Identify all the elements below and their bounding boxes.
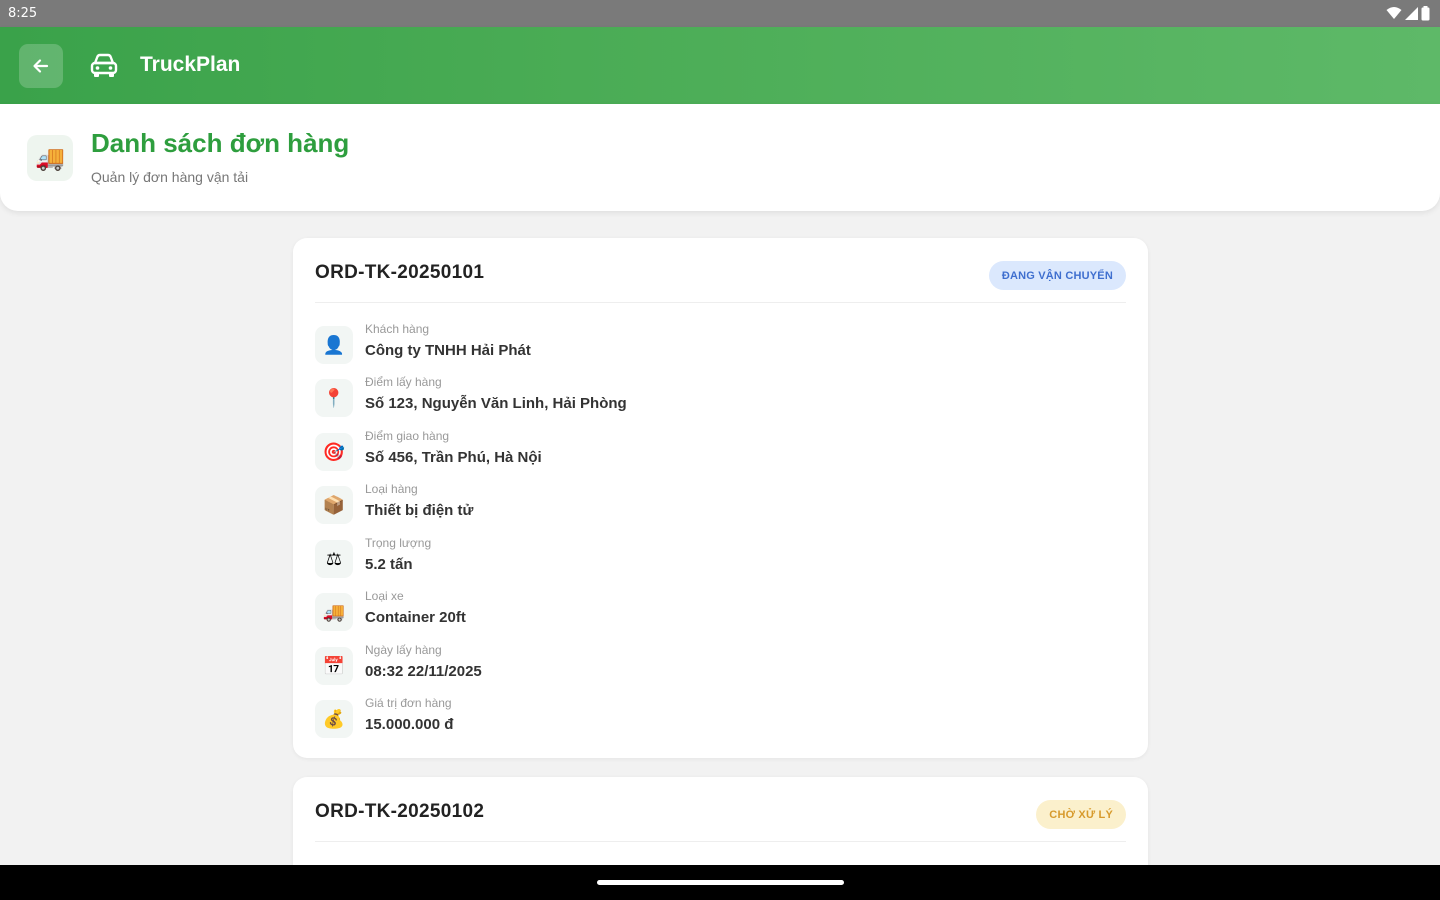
detail-value: Số 123, Nguyễn Văn Linh, Hải Phòng (365, 395, 627, 412)
vehicle-type-row: 🚚 Loại xe Container 20ft (315, 589, 1095, 635)
package-icon: 📦 (315, 486, 353, 524)
app-title: TruckPlan (140, 53, 241, 76)
detail-value: Số 456, Trần Phú, Hà Nội (365, 449, 542, 466)
page-subtitle: Quản lý đơn hàng vận tải (91, 169, 249, 185)
status-icons (1386, 5, 1430, 21)
status-bar: 8:25 (0, 0, 1440, 27)
scale-icon: ⚖ (315, 540, 353, 578)
detail-label: Giá trị đơn hàng (365, 696, 452, 710)
detail-value: Công ty TNHH Hải Phát (365, 342, 531, 359)
divider (315, 841, 1126, 842)
delivery-row: 🎯 Điểm giao hàng Số 456, Trần Phú, Hà Nộ… (315, 429, 1095, 475)
wifi-icon (1386, 7, 1402, 19)
user-icon: 👤 (315, 326, 353, 364)
battery-icon (1421, 5, 1430, 20)
cargo-type-row: 📦 Loại hàng Thiết bị điện tử (315, 482, 1095, 528)
pin-icon: 📍 (315, 379, 353, 417)
divider (315, 302, 1126, 303)
detail-value: 08:32 22/11/2025 (365, 663, 482, 680)
detail-value: 15.000.000 đ (365, 716, 454, 733)
detail-label: Loại hàng (365, 482, 418, 496)
pickup-row: 📍 Điểm lấy hàng Số 123, Nguyễn Văn Linh,… (315, 375, 1095, 421)
weight-row: ⚖ Trọng lượng 5.2 tấn (315, 536, 1095, 582)
page-header: 🚚 Danh sách đơn hàng Quản lý đơn hàng vậ… (0, 104, 1440, 211)
status-time: 8:25 (8, 6, 38, 21)
page-title: Danh sách đơn hàng (91, 128, 350, 158)
status-badge: CHỜ XỬ LÝ (1036, 800, 1126, 829)
detail-label: Loại xe (365, 589, 404, 603)
detail-label: Ngày lấy hàng (365, 643, 442, 657)
order-card[interactable]: ORD-TK-20250101 ĐANG VẬN CHUYỂN 👤 Khách … (293, 238, 1148, 758)
order-id: ORD-TK-20250101 (315, 262, 485, 283)
detail-label: Trọng lượng (365, 536, 432, 550)
home-indicator[interactable] (597, 880, 844, 885)
order-value-row: 💰 Giá trị đơn hàng 15.000.000 đ (315, 696, 1095, 742)
calendar-icon: 📅 (315, 647, 353, 685)
detail-value: Thiết bị điện tử (365, 502, 474, 519)
detail-label: Khách hàng (365, 322, 430, 336)
detail-value: 5.2 tấn (365, 556, 413, 573)
navigation-bar (0, 865, 1440, 900)
detail-label: Điểm giao hàng (365, 429, 450, 443)
app-bar: TruckPlan (0, 27, 1440, 104)
signal-icon (1405, 6, 1418, 20)
status-badge: ĐANG VẬN CHUYỂN (988, 261, 1126, 290)
truck-icon: 🚚 (27, 135, 73, 181)
pickup-date-row: 📅 Ngày lấy hàng 08:32 22/11/2025 (315, 643, 1095, 689)
car-icon (90, 53, 118, 77)
target-icon: 🎯 (315, 433, 353, 471)
money-bag-icon: 💰 (315, 700, 353, 738)
detail-label: Điểm lấy hàng (365, 375, 442, 389)
customer-row: 👤 Khách hàng Công ty TNHH Hải Phát (315, 322, 1095, 368)
detail-value: Container 20ft (365, 609, 466, 626)
truck-icon: 🚚 (315, 593, 353, 631)
arrow-left-icon (33, 59, 49, 73)
back-button[interactable] (19, 44, 63, 88)
order-id: ORD-TK-20250102 (315, 801, 485, 822)
